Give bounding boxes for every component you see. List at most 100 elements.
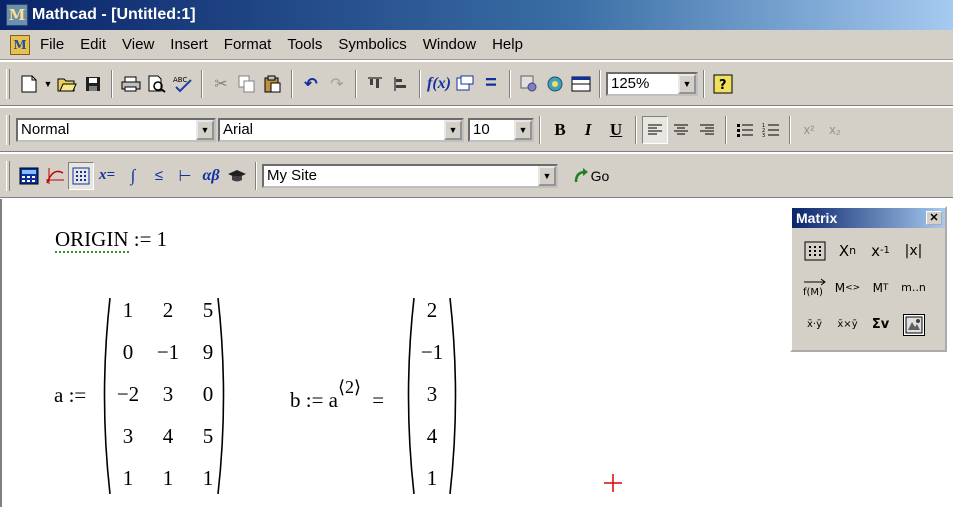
boolean-palette-icon[interactable]: ≤ [146,162,172,190]
toolbar-grip[interactable] [6,68,10,99]
b-definition[interactable]: b := a⟨2⟩ = [290,377,385,413]
new-document-icon[interactable] [16,70,42,98]
align-text-center-icon[interactable] [668,116,694,144]
picture-icon [905,316,922,333]
style-value: Normal [21,121,70,138]
align-top-icon[interactable] [362,70,388,98]
go-arrow-icon [574,167,588,182]
insert-function-icon[interactable]: f(x) [426,70,452,98]
cross-product-button[interactable]: x̄×ȳ [831,306,864,343]
menu-help[interactable]: Help [484,30,531,60]
chevron-down-icon[interactable]: ▼ [538,165,556,186]
vector-sum-button[interactable]: Σv [864,306,897,343]
bullet-list-icon[interactable] [732,116,758,144]
toolbar-separator [725,115,727,144]
save-icon[interactable] [80,70,106,98]
italic-icon[interactable]: I [574,116,602,144]
b-vector[interactable]: 2 −1 3 4 1 [412,289,452,499]
vectorize-button[interactable]: f(M) [798,269,831,306]
superscript-icon[interactable]: x² [796,116,822,144]
a-matrix-cell: 4 [162,423,174,448]
style-select[interactable]: Normal ▼ [16,117,216,142]
svg-text:ABC: ABC [173,76,187,84]
calculus-palette-icon[interactable]: ∫ [120,162,146,190]
menu-view[interactable]: View [114,30,162,60]
help-icon[interactable]: ? [710,70,736,98]
paste-icon[interactable] [260,70,286,98]
matrix-palette[interactable]: Matrix ✕ Xn x -1 |x| f(M) M <> MT m..n x̄·… [790,206,947,352]
align-text-left-icon[interactable] [642,115,668,144]
greek-palette-icon[interactable]: αβ [198,162,224,190]
component-wizard-icon[interactable] [542,70,568,98]
undo-icon[interactable]: ↶ [298,70,324,98]
a-matrix[interactable]: 1 2 5 0 −1 9 −2 3 0 3 4 5 1 1 1 [108,289,228,499]
matrix-palette-icon[interactable] [68,161,94,190]
equals-sign: = [372,388,385,412]
menu-format[interactable]: Format [216,30,280,60]
toolbar-separator [599,69,601,98]
print-preview-icon[interactable] [144,70,170,98]
chevron-down-icon[interactable]: ▼ [196,119,214,140]
symbolic-palette-icon[interactable] [224,162,250,190]
menu-tools[interactable]: Tools [279,30,330,60]
graph-palette-icon[interactable] [42,162,68,190]
menu-file[interactable]: File [32,30,72,60]
svg-text:?: ? [719,78,727,93]
mathcad-app-icon[interactable]: M [6,4,28,26]
a-definition-label[interactable]: a := [54,383,86,408]
programming-palette-icon[interactable]: ⊢ [172,162,198,190]
menu-edit[interactable]: Edit [72,30,114,60]
resource-center-icon[interactable] [568,70,594,98]
subscript-icon[interactable]: x₂ [822,116,848,144]
zoom-select[interactable]: 125% ▼ [606,71,698,96]
chevron-down-icon[interactable]: ▼ [678,73,696,94]
insert-unit-icon[interactable] [452,70,478,98]
spell-check-icon[interactable]: ABC [170,70,196,98]
evaluation-palette-icon[interactable]: x= [94,162,120,190]
font-select[interactable]: Arial ▼ [218,117,464,142]
calculate-icon[interactable]: = [478,70,504,98]
origin-definition[interactable]: ORIGIN := 1 [55,227,167,253]
font-value: Arial [223,121,254,138]
redo-icon[interactable]: ↷ [324,70,350,98]
column-button[interactable]: M <> [831,269,864,306]
inverse-button[interactable]: x -1 [864,232,897,269]
range-variable-button[interactable]: m..n [897,269,930,306]
align-left-icon[interactable] [388,70,414,98]
underline-icon[interactable]: U [602,116,630,144]
menu-symbolics[interactable]: Symbolics [330,30,414,60]
insert-matrix-icon [804,241,825,260]
chevron-down-icon[interactable]: ▼ [444,119,462,140]
insert-hyperlink-icon[interactable] [516,70,542,98]
picture-button[interactable] [902,313,925,336]
copy-icon[interactable] [234,70,260,98]
site-select[interactable]: My Site ▼ [262,163,558,188]
document-icon[interactable]: M [10,34,30,55]
subscript-button[interactable]: Xn [831,232,864,269]
a-matrix-cell: −1 [156,339,180,364]
insert-matrix-button[interactable] [798,232,831,269]
menu-window[interactable]: Window [415,30,484,60]
transpose-button[interactable]: MT [864,269,897,306]
go-button[interactable]: Go [566,162,616,190]
new-dropdown-icon[interactable]: ▼ [42,70,54,98]
dot-product-button[interactable]: x̄·ȳ [798,306,831,343]
calculator-palette-icon[interactable] [16,162,42,190]
font-size-select[interactable]: 10 ▼ [468,117,534,142]
chevron-down-icon[interactable]: ▼ [514,119,532,140]
matrix-palette-title: Matrix [796,210,838,226]
numbered-list-icon[interactable]: 123 [758,116,784,144]
print-icon[interactable] [118,70,144,98]
determinant-button[interactable]: |x| [897,232,930,269]
menu-insert[interactable]: Insert [162,30,216,60]
crosshair-cursor-icon [604,474,622,492]
align-text-right-icon[interactable] [694,116,720,144]
toolbar-grip[interactable] [6,114,10,145]
a-matrix-cell: 1 [162,465,174,490]
matrix-palette-titlebar[interactable]: Matrix ✕ [792,208,945,228]
toolbar-grip[interactable] [6,160,10,191]
bold-icon[interactable]: B [546,116,574,144]
cut-icon[interactable]: ✂ [208,70,234,98]
open-folder-icon[interactable] [54,70,80,98]
close-icon[interactable]: ✕ [926,211,942,225]
